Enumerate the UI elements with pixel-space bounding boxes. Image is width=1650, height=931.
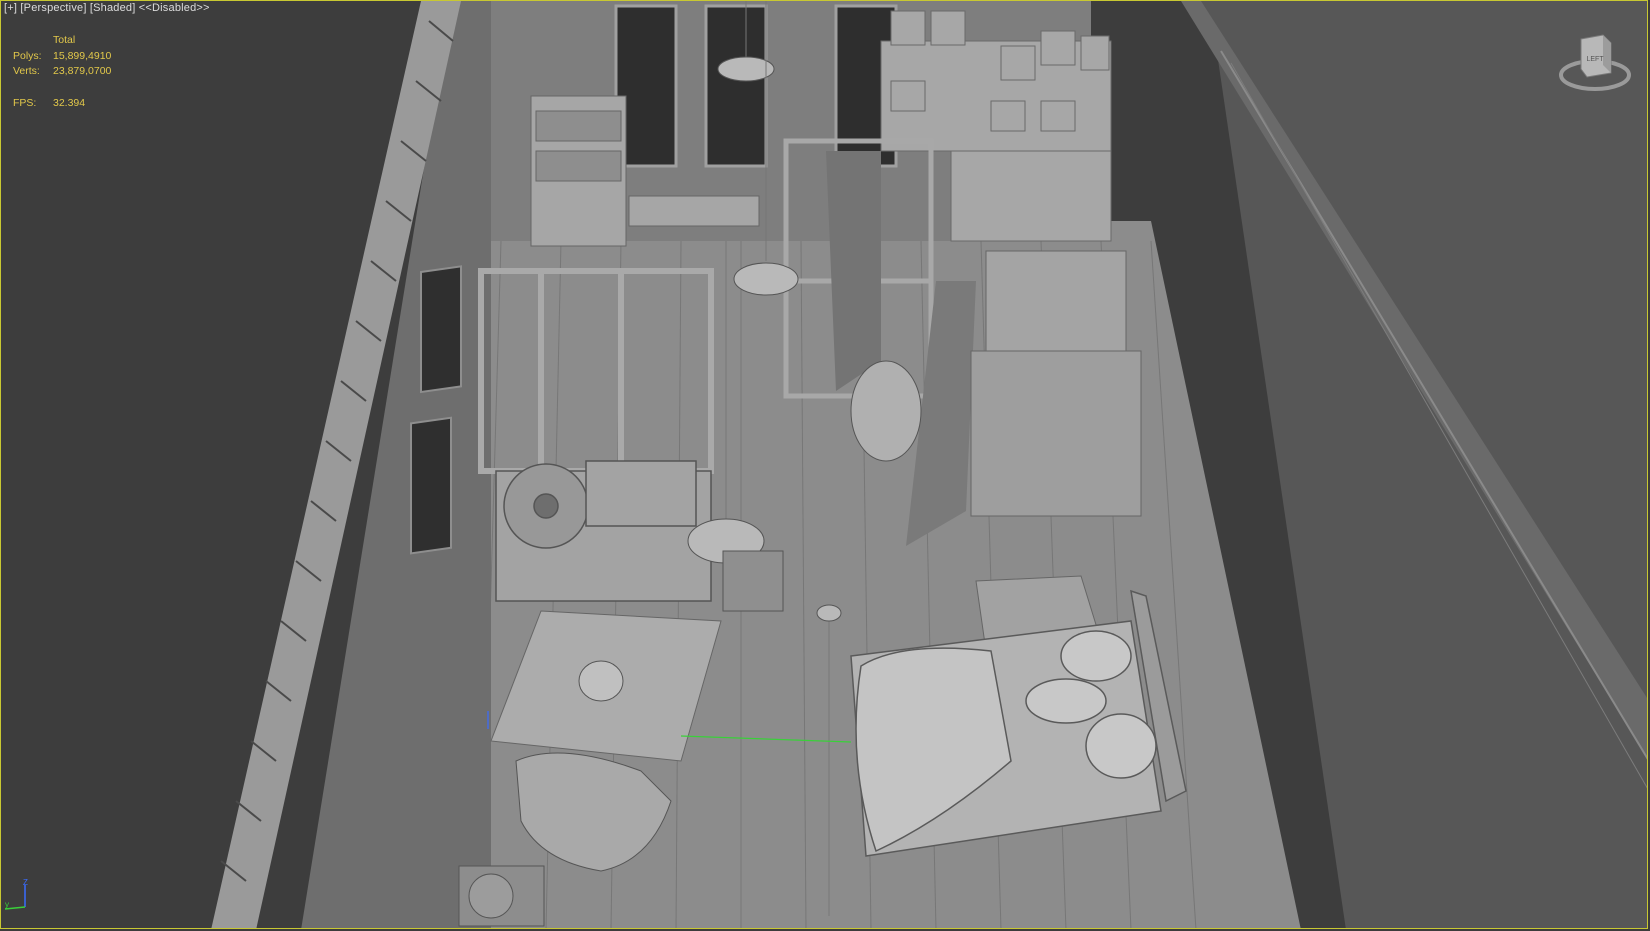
- stats-header: Total: [53, 34, 76, 46]
- viewport-label: [+] [Perspective] [Shaded] <<Disabled>>: [4, 2, 210, 14]
- verts-label: Verts:: [13, 65, 40, 77]
- bathtub: [850, 360, 922, 462]
- scene-render[interactable]: [1, 1, 1648, 929]
- engine-machine: [495, 460, 712, 602]
- helmet: [578, 660, 624, 702]
- fps-value: 32.394: [53, 96, 86, 109]
- verts-value: 23,879,0700: [53, 65, 112, 77]
- axis-tripod-icon: Z y: [5, 878, 28, 910]
- viewcube-face-label[interactable]: LEFT: [1586, 56, 1604, 63]
- perspective-viewport[interactable]: [+] [Perspective] [Shaded] <<Disabled>> …: [0, 0, 1648, 929]
- viewport-shading-mode[interactable]: [Shaded]: [90, 2, 136, 14]
- viewport-view-mode[interactable]: [Perspective]: [20, 2, 86, 14]
- statistics-overlay: Total Polys: 15,899,4910 Verts: 23,879,0…: [13, 33, 111, 111]
- viewcube-icon[interactable]: LEFT: [1557, 29, 1633, 101]
- viewport-disabled-status[interactable]: <<Disabled>>: [139, 2, 210, 14]
- polys-value: 15,899,4910: [53, 49, 112, 62]
- viewport-menu[interactable]: [+]: [4, 2, 17, 14]
- axis-z-label: Z: [23, 878, 28, 887]
- axis-y-label: y: [5, 900, 9, 909]
- polys-label: Polys:: [13, 49, 42, 62]
- fps-label: FPS:: [13, 96, 37, 109]
- side-cabinet: [722, 550, 784, 612]
- mesh-cage: [970, 250, 1142, 517]
